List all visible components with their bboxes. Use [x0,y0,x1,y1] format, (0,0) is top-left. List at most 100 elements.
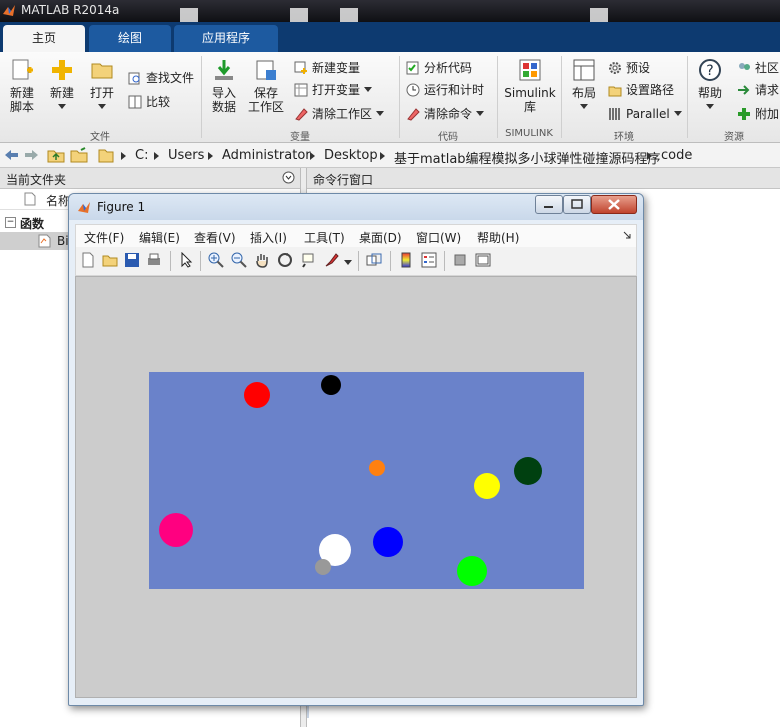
brush-icon[interactable] [324,252,340,268]
hide-plot-tools-icon[interactable] [452,252,468,268]
zoom-out-icon[interactable] [231,252,247,268]
tab-apps[interactable]: 应用程序 [174,25,278,52]
layout-button[interactable]: 布局 [562,58,606,114]
dock-arrow-icon[interactable] [622,230,632,240]
up-folder-icon[interactable] [47,147,65,163]
show-plot-tools-icon[interactable] [475,252,491,268]
billiard-table-svg[interactable] [76,277,636,697]
tab-plots[interactable]: 绘图 [89,25,171,52]
menu-tools[interactable]: 工具(T) [304,229,345,246]
print-icon[interactable] [146,252,162,268]
maximize-button[interactable] [563,195,591,214]
chevron-down-icon [706,104,714,109]
figure-window[interactable]: Figure 1 文件(F) 编辑(E) 查看(V) 插入(I) 工具(T) 桌… [68,193,644,706]
forward-arrow-icon[interactable] [24,148,40,162]
chevron-down-icon [58,104,66,109]
close-button[interactable] [591,195,637,214]
open-button[interactable]: 打开 [80,58,124,114]
environment-group-label: 环境 [614,132,634,143]
new-plus-icon [52,60,72,80]
menu-desktop[interactable]: 桌面(D) [359,229,402,246]
run-time-label: 运行和计时 [424,83,485,97]
ball [321,375,341,395]
new-figure-icon[interactable] [80,252,96,268]
layout-icon [573,59,595,81]
new-button[interactable]: 新建 [40,58,84,114]
preferences-button[interactable]: 预设 [608,58,650,78]
close-icon [608,199,620,210]
menu-insert[interactable]: 插入(I) [250,229,287,246]
help-icon: ? [699,59,721,81]
menu-edit[interactable]: 编辑(E) [139,229,180,246]
find-files-icon [128,72,140,85]
chevron-down-icon [98,104,106,109]
back-arrow-icon[interactable] [3,148,19,162]
run-time-button[interactable]: 运行和计时 [406,80,484,100]
menu-window[interactable]: 窗口(W) [416,229,461,246]
menu-view[interactable]: 查看(V) [194,229,236,246]
collapse-box-icon[interactable]: − [5,217,16,228]
breadcrumb-separator-icon [154,152,159,160]
ball [159,513,193,547]
simulink-label-1: Simulink [504,86,556,100]
legend-icon[interactable] [421,252,437,268]
compare-button[interactable]: 比较 [128,92,170,112]
new-script-label-1: 新建 [9,86,34,100]
import-data-button[interactable]: 导入 数据 [202,58,246,114]
import-label-2: 数据 [211,100,236,114]
help-button[interactable]: ? 帮助 [688,58,732,114]
community-button[interactable]: 社区 [737,58,779,78]
pan-hand-icon[interactable] [254,252,270,268]
chevron-down-icon [580,104,588,109]
breadcrumb-desktop[interactable]: Desktop [324,148,378,163]
chevron-down-icon [376,111,385,116]
breadcrumb-project-folder[interactable]: 基于matlab编程模拟多小球弹性碰撞源码程序 [394,148,661,167]
link-plot-icon[interactable] [366,252,382,268]
simulink-library-button[interactable]: Simulink 库 [504,58,556,114]
find-files-button[interactable]: 查找文件 [128,68,194,88]
request-support-button[interactable]: 请求 [737,80,779,100]
parallel-button[interactable]: Parallel [608,104,682,124]
rotate-3d-icon[interactable] [277,252,293,268]
analyze-code-button[interactable]: 分析代码 [406,58,472,78]
name-column-header[interactable]: 名称 [46,192,70,209]
command-window-title: 命令行窗口 [313,173,374,187]
set-path-button[interactable]: 设置路径 [608,80,674,100]
data-cursor-icon[interactable] [300,252,316,268]
breadcrumb-separator-icon [380,152,385,160]
colorbar-icon[interactable] [398,252,414,268]
breadcrumb-users[interactable]: Users [168,148,204,163]
chevron-down-icon[interactable] [344,260,352,265]
pointer-arrow-icon[interactable] [178,252,194,268]
current-folder-header: 当前文件夹 [0,168,300,189]
save-workspace-button[interactable]: 保存 工作区 [244,58,288,114]
save-workspace-icon [256,60,276,80]
breadcrumb-code[interactable]: code [661,148,692,163]
menu-file[interactable]: 文件(F) [84,229,124,246]
breadcrumb-administrator[interactable]: Administrator [222,148,311,163]
save-icon[interactable] [124,252,140,268]
browse-folder-icon[interactable] [70,147,88,163]
breadcrumb-c-drive[interactable]: C: [135,148,148,163]
menu-help[interactable]: 帮助(H) [477,229,519,246]
taskbar-thumbnail [290,8,308,22]
new-variable-button[interactable]: 新建变量 [294,58,360,78]
zoom-in-icon[interactable] [208,252,224,268]
open-file-icon[interactable] [102,252,118,268]
function-group-label: 函数 [20,217,45,231]
import-label-1: 导入 [211,86,236,100]
open-label: 打开 [89,86,114,100]
help-label: 帮助 [697,86,722,100]
panel-actions-icon[interactable] [282,171,295,184]
new-script-button[interactable]: 新建 脚本 [0,58,44,114]
preferences-label: 预设 [626,61,651,75]
minimize-button[interactable] [535,195,563,214]
clear-workspace-button[interactable]: 清除工作区 [294,104,385,124]
clear-commands-button[interactable]: 清除命令 [406,104,485,124]
tab-home[interactable]: 主页 [3,25,85,52]
matlab-logo-icon [3,5,15,16]
figure-canvas[interactable] [75,276,637,698]
figure-title-bar[interactable]: Figure 1 [69,194,643,220]
open-variable-button[interactable]: 打开变量 [294,80,373,100]
addons-button[interactable]: 附加 [737,104,779,124]
